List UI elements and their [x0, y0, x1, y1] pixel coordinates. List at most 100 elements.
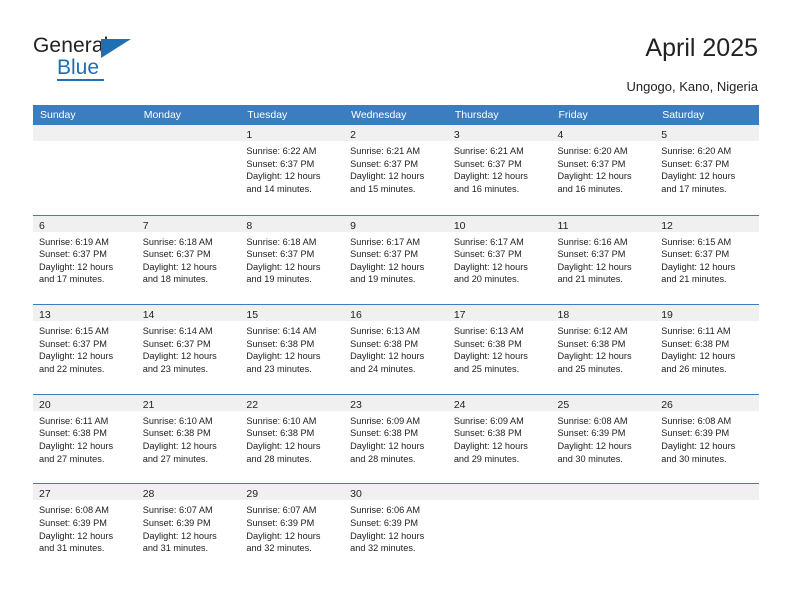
daylight-line-1: Daylight: 12 hours: [557, 440, 632, 451]
calendar-day-cell[interactable]: 27 Sunrise: 6:08 AM Sunset: 6:39 PM Dayligh…: [33, 484, 137, 573]
sunset-line: Sunset: 6:37 PM: [142, 249, 211, 260]
calendar-day-cell[interactable]: 13 Sunrise: 6:15 AM Sunset: 6:37 PM Dayligh…: [33, 305, 137, 394]
daylight-line-2: and 29 minutes.: [453, 453, 520, 464]
calendar-day-cell[interactable]: 20 Sunrise: 6:11 AM Sunset: 6:38 PM Dayligh…: [33, 394, 137, 484]
calendar-week-row: 1 Sunrise: 6:22 AM Sunset: 6:37 PM Daylight…: [33, 125, 759, 215]
day-detail-lines: Sunrise: 6:18 AM Sunset: 6:37 PM Daylight:…: [137, 232, 241, 286]
day-detail-lines: Sunrise: 6:10 AM Sunset: 6:38 PM Daylight:…: [137, 411, 241, 465]
day-detail-lines: Sunrise: 6:22 AM Sunset: 6:37 PM Daylight:…: [240, 141, 344, 195]
calendar-day-cell[interactable]: 7 Sunrise: 6:18 AM Sunset: 6:37 PM Daylight…: [136, 215, 241, 305]
daylight-line-2: and 17 minutes.: [661, 183, 727, 194]
calendar-day-cell[interactable]: 1 Sunrise: 6:22 AM Sunset: 6:37 PM Daylight…: [240, 125, 345, 215]
calendar-day-cell[interactable]: 16 Sunrise: 6:13 AM Sunset: 6:38 PM Dayligh…: [344, 305, 448, 394]
day-number: 15: [246, 309, 259, 322]
daylight-line-1: Daylight: 12 hours: [350, 171, 425, 182]
sunset-line: Sunset: 6:38 PM: [246, 338, 315, 349]
day-number: 27: [39, 488, 51, 501]
sunset-line: Sunset: 6:38 PM: [350, 338, 419, 349]
daylight-line-1: Daylight: 12 hours: [661, 261, 736, 272]
calendar-day-cell[interactable]: 8 Sunrise: 6:18 AM Sunset: 6:37 PM Daylight…: [240, 215, 345, 305]
day-detail-lines: Sunrise: 6:20 AM Sunset: 6:37 PM Daylight:…: [552, 141, 656, 195]
day-number: 21: [142, 398, 155, 411]
day-number-band: [136, 125, 241, 141]
calendar-day-cell[interactable]: 14 Sunrise: 6:14 AM Sunset: 6:37 PM Dayligh…: [136, 305, 241, 394]
daylight-line-2: and 14 minutes.: [246, 183, 312, 194]
sunset-line: Sunset: 6:38 PM: [453, 338, 522, 349]
calendar-table: Sunday Monday Tuesday Wednesday Thursday…: [33, 105, 759, 573]
day-detail-lines: Sunrise: 6:12 AM Sunset: 6:38 PM Daylight:…: [552, 321, 656, 375]
day-detail-lines: Sunrise: 6:19 AM Sunset: 6:37 PM Daylight:…: [33, 232, 137, 286]
calendar-day-cell[interactable]: 10 Sunrise: 6:17 AM Sunset: 6:37 PM Dayligh…: [447, 215, 552, 305]
day-detail-lines: Sunrise: 6:07 AM Sunset: 6:39 PM Daylight:…: [240, 500, 344, 554]
day-detail-lines: Sunrise: 6:15 AM Sunset: 6:37 PM Daylight:…: [33, 321, 137, 375]
day-number: 8: [246, 219, 253, 232]
weekday-header-monday: Monday: [143, 109, 182, 121]
day-detail-lines: Sunrise: 6:11 AM Sunset: 6:38 PM Daylight:…: [33, 411, 137, 465]
logo-text-blue: Blue: [57, 56, 100, 79]
daylight-line-1: Daylight: 12 hours: [142, 351, 217, 362]
calendar-day-cell[interactable]: 6 Sunrise: 6:19 AM Sunset: 6:37 PM Daylight…: [33, 215, 137, 305]
calendar-day-cell[interactable]: 9 Sunrise: 6:17 AM Sunset: 6:37 PM Daylight…: [344, 215, 448, 305]
sunrise-line: Sunrise: 6:17 AM: [453, 236, 524, 247]
calendar-day-cell[interactable]: 15 Sunrise: 6:14 AM Sunset: 6:38 PM Dayligh…: [240, 305, 345, 394]
daylight-line-2: and 28 minutes.: [246, 453, 312, 464]
daylight-line-1: Daylight: 12 hours: [246, 440, 321, 451]
calendar-day-cell[interactable]: 4 Sunrise: 6:20 AM Sunset: 6:37 PM Daylight…: [551, 125, 656, 215]
sunset-line: Sunset: 6:37 PM: [453, 158, 522, 169]
day-number: 28: [142, 488, 155, 501]
calendar-day-cell-empty: [655, 484, 759, 573]
daylight-line-1: Daylight: 12 hours: [39, 440, 114, 451]
sunset-line: Sunset: 6:38 PM: [142, 428, 211, 439]
day-number-band: 8: [240, 215, 345, 232]
calendar-day-cell[interactable]: 5 Sunrise: 6:20 AM Sunset: 6:37 PM Daylight…: [655, 125, 759, 215]
calendar-day-cell[interactable]: 22 Sunrise: 6:10 AM Sunset: 6:38 PM Dayligh…: [240, 394, 345, 484]
logo-underline: [57, 79, 104, 81]
daylight-line-2: and 26 minutes.: [661, 363, 727, 374]
calendar-day-cell[interactable]: 3 Sunrise: 6:21 AM Sunset: 6:37 PM Daylight…: [447, 125, 552, 215]
calendar-day-cell[interactable]: 21 Sunrise: 6:10 AM Sunset: 6:38 PM Dayligh…: [136, 394, 241, 484]
calendar-day-cell[interactable]: 25 Sunrise: 6:08 AM Sunset: 6:39 PM Dayligh…: [551, 394, 656, 484]
day-detail-lines: Sunrise: 6:08 AM Sunset: 6:39 PM Daylight:…: [655, 411, 759, 465]
day-number: 30: [350, 488, 362, 501]
sunrise-line: Sunrise: 6:08 AM: [661, 415, 732, 426]
day-number: 29: [246, 488, 259, 501]
day-detail-lines: Sunrise: 6:06 AM Sunset: 6:39 PM Daylight:…: [344, 500, 448, 554]
calendar-day-cell[interactable]: 12 Sunrise: 6:15 AM Sunset: 6:37 PM Dayligh…: [655, 215, 759, 305]
sunset-line: Sunset: 6:37 PM: [350, 158, 419, 169]
sunrise-line: Sunrise: 6:06 AM: [350, 505, 421, 516]
calendar-day-cell[interactable]: 19 Sunrise: 6:11 AM Sunset: 6:38 PM Dayligh…: [655, 305, 759, 394]
calendar-day-cell[interactable]: 23 Sunrise: 6:09 AM Sunset: 6:38 PM Dayligh…: [344, 394, 448, 484]
daylight-line-2: and 16 minutes.: [453, 183, 520, 194]
sunrise-line: Sunrise: 6:15 AM: [661, 236, 732, 247]
sunrise-line: Sunrise: 6:07 AM: [142, 505, 213, 516]
daylight-line-1: Daylight: 12 hours: [350, 351, 425, 362]
day-detail-lines: [448, 500, 552, 504]
calendar-day-cell[interactable]: 2 Sunrise: 6:21 AM Sunset: 6:37 PM Daylight…: [344, 125, 448, 215]
sunset-line: Sunset: 6:39 PM: [661, 428, 730, 439]
day-number-band: 25: [551, 394, 656, 411]
calendar-day-cell[interactable]: 26 Sunrise: 6:08 AM Sunset: 6:39 PM Dayligh…: [655, 394, 759, 484]
daylight-line-1: Daylight: 12 hours: [453, 171, 528, 182]
calendar-day-cell[interactable]: 29 Sunrise: 6:07 AM Sunset: 6:39 PM Dayligh…: [240, 484, 345, 573]
calendar-day-cell[interactable]: 17 Sunrise: 6:13 AM Sunset: 6:38 PM Dayligh…: [447, 305, 552, 394]
calendar-day-cell[interactable]: 28 Sunrise: 6:07 AM Sunset: 6:39 PM Dayligh…: [136, 484, 241, 573]
calendar-day-cell[interactable]: 24 Sunrise: 6:09 AM Sunset: 6:38 PM Dayligh…: [447, 394, 552, 484]
daylight-line-1: Daylight: 12 hours: [350, 440, 425, 451]
sunrise-line: Sunrise: 6:20 AM: [557, 146, 628, 156]
daylight-line-2: and 31 minutes.: [39, 543, 105, 554]
calendar-day-cell[interactable]: 30 Sunrise: 6:06 AM Sunset: 6:39 PM Dayligh…: [344, 484, 448, 573]
sunrise-line: Sunrise: 6:14 AM: [246, 326, 317, 337]
weekday-header-saturday: Saturday: [662, 109, 705, 121]
daylight-line-2: and 23 minutes.: [246, 363, 312, 374]
daylight-line-1: Daylight: 12 hours: [246, 171, 321, 182]
sunrise-line: Sunrise: 6:20 AM: [661, 146, 732, 156]
sunrise-line: Sunrise: 6:16 AM: [557, 236, 628, 247]
sunset-line: Sunset: 6:38 PM: [350, 428, 419, 439]
daylight-line-2: and 30 minutes.: [661, 453, 727, 464]
day-detail-lines: Sunrise: 6:09 AM Sunset: 6:38 PM Daylight:…: [448, 411, 552, 465]
day-number-band: 7: [136, 215, 241, 232]
calendar-day-cell[interactable]: 18 Sunrise: 6:12 AM Sunset: 6:38 PM Dayligh…: [551, 305, 656, 394]
daylight-line-1: Daylight: 12 hours: [661, 171, 736, 182]
calendar-day-cell[interactable]: 11 Sunrise: 6:16 AM Sunset: 6:37 PM Dayligh…: [551, 215, 656, 305]
day-number: 6: [39, 219, 45, 232]
